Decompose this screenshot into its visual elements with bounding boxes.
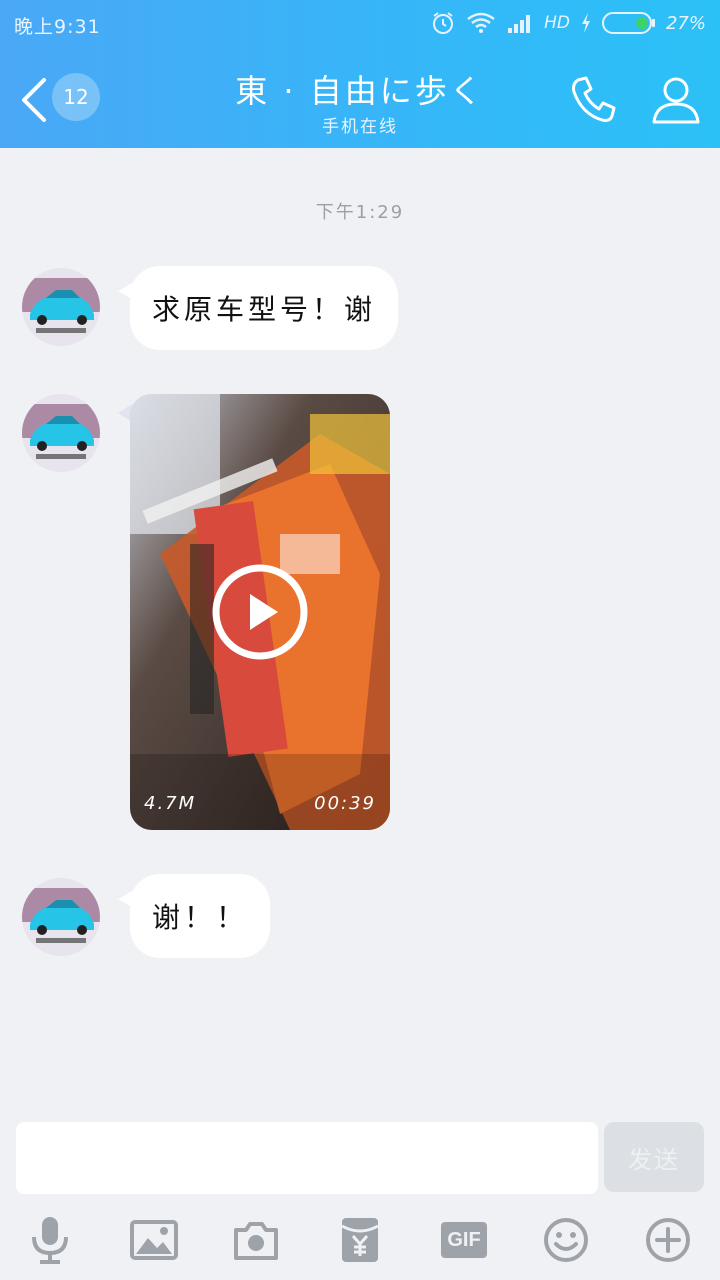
input-toolbar: GIF [0,1200,720,1280]
profile-button[interactable] [648,72,704,128]
camera-icon [234,1222,278,1260]
message-bubble[interactable]: 求原车型号！谢 [118,266,398,350]
voice-button[interactable] [24,1214,76,1266]
plus-icon [646,1218,690,1262]
network-type: HD [544,13,570,33]
red-packet-button[interactable] [334,1214,386,1266]
status-bar: 晚上9:31 HD 27% [0,0,720,48]
emoji-button[interactable] [540,1214,592,1266]
gif-button[interactable]: GIF [438,1214,490,1266]
gif-label: GIF [447,1228,481,1251]
camera-button[interactable] [230,1214,282,1266]
emoji-icon [544,1218,588,1262]
message-bubble[interactable]: 谢！！ [118,874,270,958]
car-avatar-image [22,878,100,956]
unread-count-badge[interactable]: 12 [52,73,100,121]
wifi-icon [467,12,495,33]
video-file-size: 4.7M [144,793,197,814]
play-icon[interactable] [210,562,310,662]
back-button[interactable] [14,74,54,126]
message-text: 求原车型号！谢 [151,293,376,326]
alarm-icon [433,12,454,34]
message-text: 谢！！ [151,901,248,934]
photo-button[interactable] [128,1214,180,1266]
car-avatar-image [22,268,100,346]
video-message[interactable]: 4.7M 00:39 [130,394,390,830]
phone-call-button[interactable] [566,72,622,128]
more-button[interactable] [642,1214,694,1266]
contact-avatar[interactable] [22,268,100,346]
message-timestamp: 下午1:29 [315,202,405,223]
status-icons: HD 27% [430,8,706,38]
image-icon [130,1220,178,1260]
contact-avatar[interactable] [22,878,100,956]
battery-percent: 27% [665,12,706,34]
gif-icon: GIF [441,1222,487,1258]
status-time: 晚上9:31 [14,16,101,38]
chat-header: 晚上9:31 HD 27% 12 東 · 自由に歩く 手机在线 [0,0,720,148]
video-duration: 00:39 [314,793,376,814]
charging-icon [581,13,590,33]
send-button[interactable]: 发送 [604,1122,704,1192]
contact-online-status: 手机在线 [322,117,398,137]
red-packet-icon [341,1218,379,1262]
message-input[interactable] [16,1122,598,1194]
battery-icon [601,12,655,34]
contact-name: 東 · 自由に歩く [235,72,485,110]
mic-icon [32,1217,68,1264]
signal-icon [508,15,531,33]
contact-avatar[interactable] [22,394,100,472]
contact-title[interactable]: 東 · 自由に歩く 手机在线 [180,66,540,137]
car-avatar-image [22,394,100,472]
